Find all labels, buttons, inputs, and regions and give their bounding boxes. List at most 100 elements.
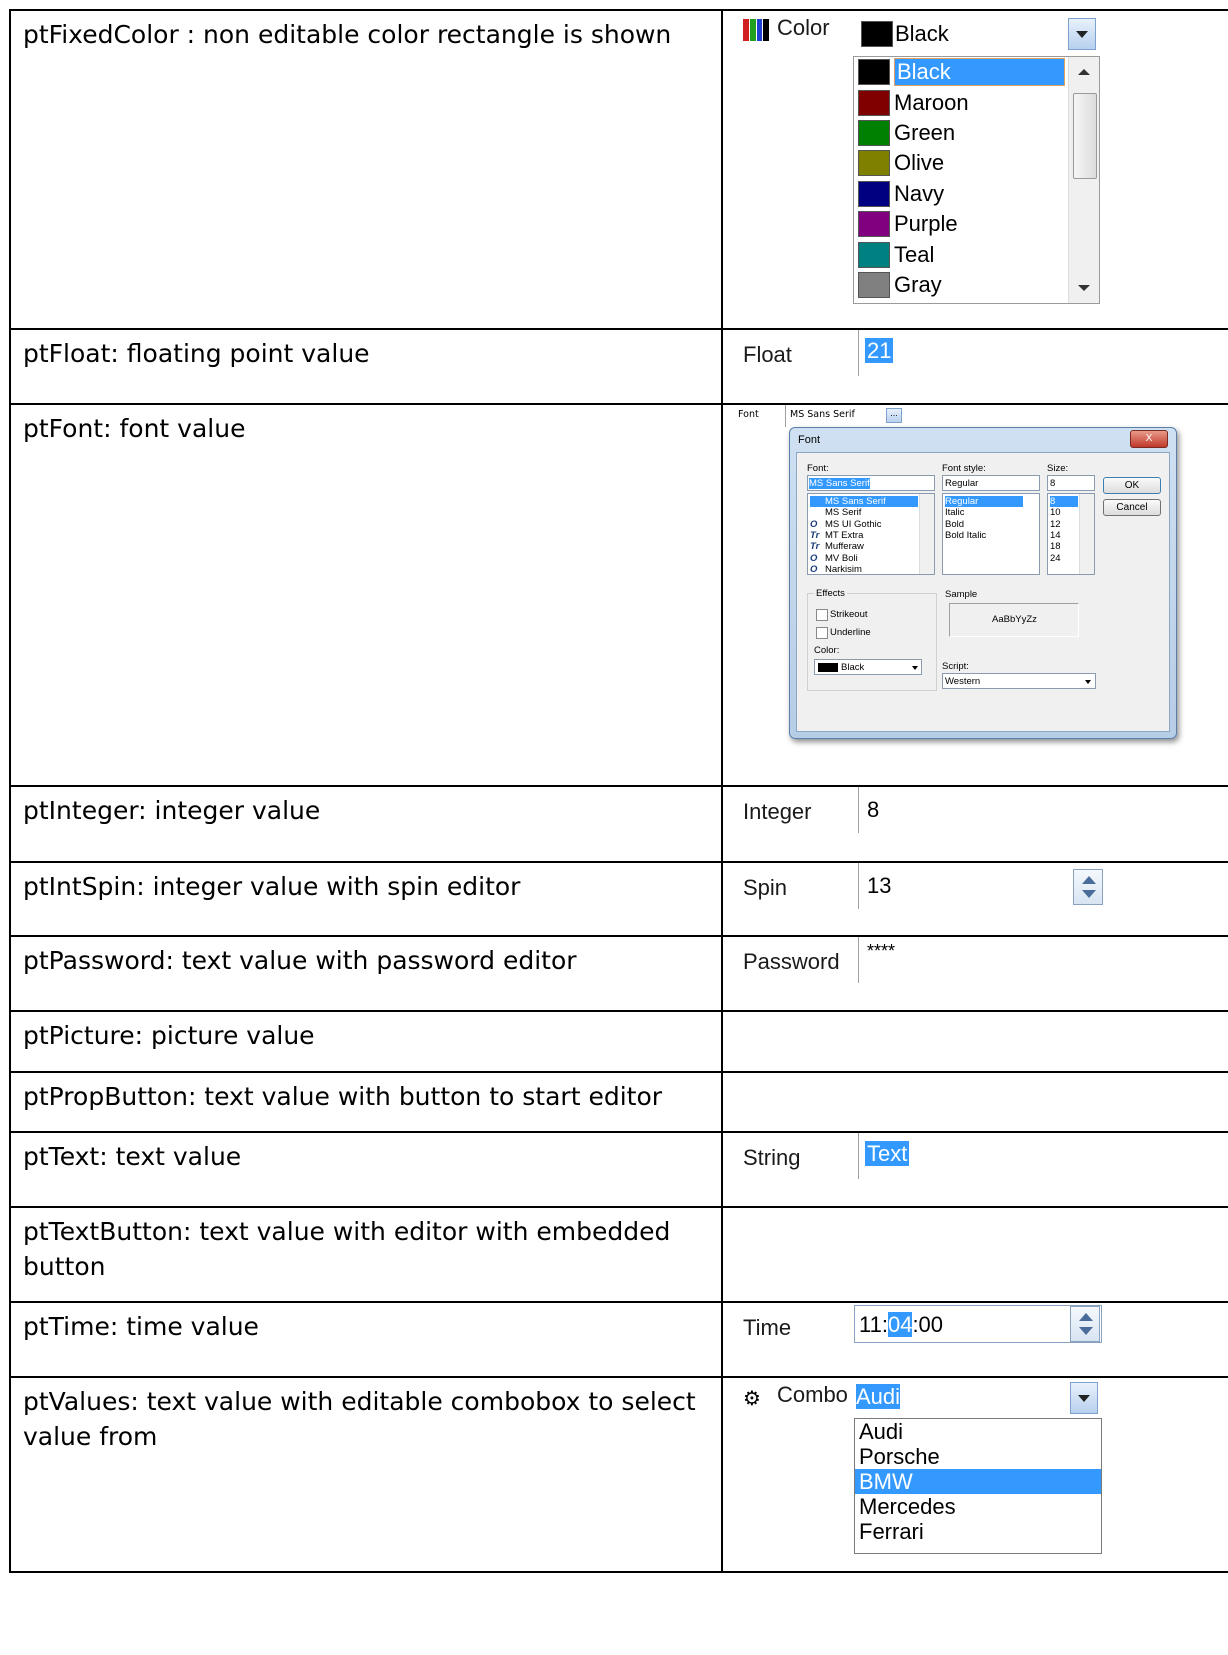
row-description: ptFloat: floating point value xyxy=(9,328,723,405)
font-option-4[interactable]: Tr Mufferaw xyxy=(810,541,864,552)
size-option-4[interactable]: 18 xyxy=(1050,541,1061,552)
color-swatch xyxy=(858,150,890,177)
size-option-label: 14 xyxy=(1050,529,1061,541)
color-option-2[interactable]: Green xyxy=(854,118,1099,148)
property-label: Time xyxy=(743,1315,792,1340)
scroll-thumb[interactable] xyxy=(1073,93,1097,179)
style-option-3[interactable]: Bold Italic xyxy=(945,530,986,541)
color-option-4[interactable]: Navy xyxy=(854,179,1099,209)
underline-checkbox[interactable] xyxy=(816,627,828,639)
time-input[interactable]: 11:04:00 xyxy=(854,1305,1102,1343)
row-description: ptFont: font value xyxy=(9,403,723,787)
spin-buttons[interactable] xyxy=(1073,869,1103,905)
ellipsis-button[interactable]: ... xyxy=(886,408,902,423)
color-option-0[interactable]: Black xyxy=(854,57,1099,87)
ok-button[interactable]: OK xyxy=(1103,477,1161,494)
font-option-2[interactable]: O MS UI Gothic xyxy=(810,519,882,530)
font-style-list[interactable]: Regular Italic Bold Bold Italic xyxy=(942,493,1040,575)
cancel-button[interactable]: Cancel xyxy=(1103,499,1161,516)
combo-option-4[interactable]: Ferrari xyxy=(855,1519,1101,1544)
dropdown-arrow-icon[interactable] xyxy=(1070,1382,1098,1414)
spin-input[interactable]: 13 xyxy=(867,873,891,899)
style-option-1[interactable]: Italic xyxy=(945,507,965,518)
size-option-0[interactable]: 8 xyxy=(1050,496,1078,507)
font-option-0[interactable]: MS Sans Serif xyxy=(810,496,918,507)
color-option-label: Gray xyxy=(894,271,942,297)
style-option-0[interactable]: Regular xyxy=(945,496,1023,507)
style-option-label: Regular xyxy=(945,496,979,507)
font-option-label: MS Serif xyxy=(825,507,862,519)
effects-label: Effects xyxy=(814,588,847,599)
password-input[interactable]: **** xyxy=(867,941,895,962)
color-option-label: Black xyxy=(894,58,1065,87)
spin-down-icon[interactable] xyxy=(1082,890,1096,898)
font-list[interactable]: MS Sans Serif MS Serif O MS UI Gothic Tr MT E… xyxy=(807,493,935,575)
property-label: Password xyxy=(743,949,840,974)
font-option-5[interactable]: O MV Boli xyxy=(810,553,858,564)
font-dialog: Font X Font: MS Sans Serif MS Sans Serif… xyxy=(789,427,1177,739)
close-icon[interactable]: X xyxy=(1130,430,1168,448)
combo-dropdown-list[interactable]: Audi Porsche BMW Mercedes Ferrari xyxy=(854,1418,1102,1554)
dropdown-arrow-icon[interactable] xyxy=(1068,18,1096,50)
demo-cell: Spin 13 xyxy=(721,861,1228,937)
script-select[interactable]: Western xyxy=(942,673,1096,689)
spin-up-icon[interactable] xyxy=(1082,876,1096,884)
color-option-6[interactable]: Teal xyxy=(854,239,1099,269)
font-value: MS Sans Serif xyxy=(790,409,855,420)
color-option-1[interactable]: Maroon xyxy=(854,87,1099,117)
scroll-up-icon[interactable] xyxy=(1078,69,1090,75)
size-option-5[interactable]: 24 xyxy=(1050,553,1061,564)
style-option-2[interactable]: Bold xyxy=(945,519,964,530)
float-input[interactable]: 21 xyxy=(865,338,894,364)
values-combobox[interactable]: Audi xyxy=(854,1380,1100,1414)
size-option-3[interactable]: 14 xyxy=(1050,530,1061,541)
size-option-2[interactable]: 12 xyxy=(1050,519,1061,530)
color-select[interactable]: Black xyxy=(814,659,922,675)
size-option-1[interactable]: 10 xyxy=(1050,507,1061,518)
font-option-3[interactable]: Tr MT Extra xyxy=(810,530,863,541)
combo-option-2[interactable]: BMW xyxy=(855,1469,1101,1494)
size-list[interactable]: 8 10 12 14 18 24 xyxy=(1047,493,1095,575)
divider xyxy=(785,405,786,427)
combo-value: Audi xyxy=(856,1384,901,1409)
color-swatch xyxy=(858,59,890,86)
spin-down-icon[interactable] xyxy=(1079,1327,1093,1335)
font-name-input[interactable]: MS Sans Serif xyxy=(807,475,935,491)
demo-cell: Time 11:04:00 xyxy=(721,1301,1228,1378)
font-label: Font: xyxy=(807,463,829,474)
scrollbar[interactable] xyxy=(1079,494,1094,574)
time-spin-buttons[interactable] xyxy=(1070,1306,1100,1342)
scrollbar[interactable] xyxy=(1068,57,1099,303)
sample-text: AaBbYyZz xyxy=(992,614,1037,625)
font-option-6[interactable]: O Narkisim xyxy=(810,564,862,575)
style-option-label: Bold xyxy=(945,518,965,530)
combo-option-0[interactable]: Audi xyxy=(855,1419,1101,1444)
scroll-down-icon[interactable] xyxy=(1078,285,1090,291)
scrollbar[interactable] xyxy=(919,494,934,574)
color-option-5[interactable]: Purple xyxy=(854,209,1099,239)
color-option-3[interactable]: Olive xyxy=(854,148,1099,178)
size-input[interactable]: 8 xyxy=(1047,475,1095,491)
integer-input[interactable]: 8 xyxy=(867,797,879,823)
table-row: ptIntSpin: integer value with spin edito… xyxy=(9,861,1228,937)
property-types-table: ptFixedColor : non editable color rectan… xyxy=(9,9,1228,1573)
size-option-label: 18 xyxy=(1050,541,1061,553)
font-style-input[interactable]: Regular xyxy=(942,475,1040,491)
divider xyxy=(858,937,859,983)
color-swatch xyxy=(818,663,838,672)
text-input[interactable]: Text xyxy=(865,1141,910,1167)
strikeout-checkbox[interactable] xyxy=(816,609,828,621)
font-type-icon: Tr xyxy=(810,529,820,541)
spin-up-icon[interactable] xyxy=(1079,1313,1093,1321)
combo-option-1[interactable]: Porsche xyxy=(855,1444,1101,1469)
color-swatch xyxy=(858,211,890,238)
color-dropdown-list[interactable]: Black Maroon Green Olive Navy Purple Teal Gray xyxy=(853,56,1100,304)
color-option-7[interactable]: Gray xyxy=(854,270,1099,300)
color-swatch xyxy=(858,119,890,146)
dialog-title: Font xyxy=(798,434,821,446)
row-description: ptPassword: text value with password edi… xyxy=(9,935,723,1012)
size-option-label: 24 xyxy=(1050,552,1061,564)
color-combobox[interactable]: Black xyxy=(853,17,1098,51)
combo-option-3[interactable]: Mercedes xyxy=(855,1494,1101,1519)
font-option-1[interactable]: MS Serif xyxy=(810,507,861,518)
